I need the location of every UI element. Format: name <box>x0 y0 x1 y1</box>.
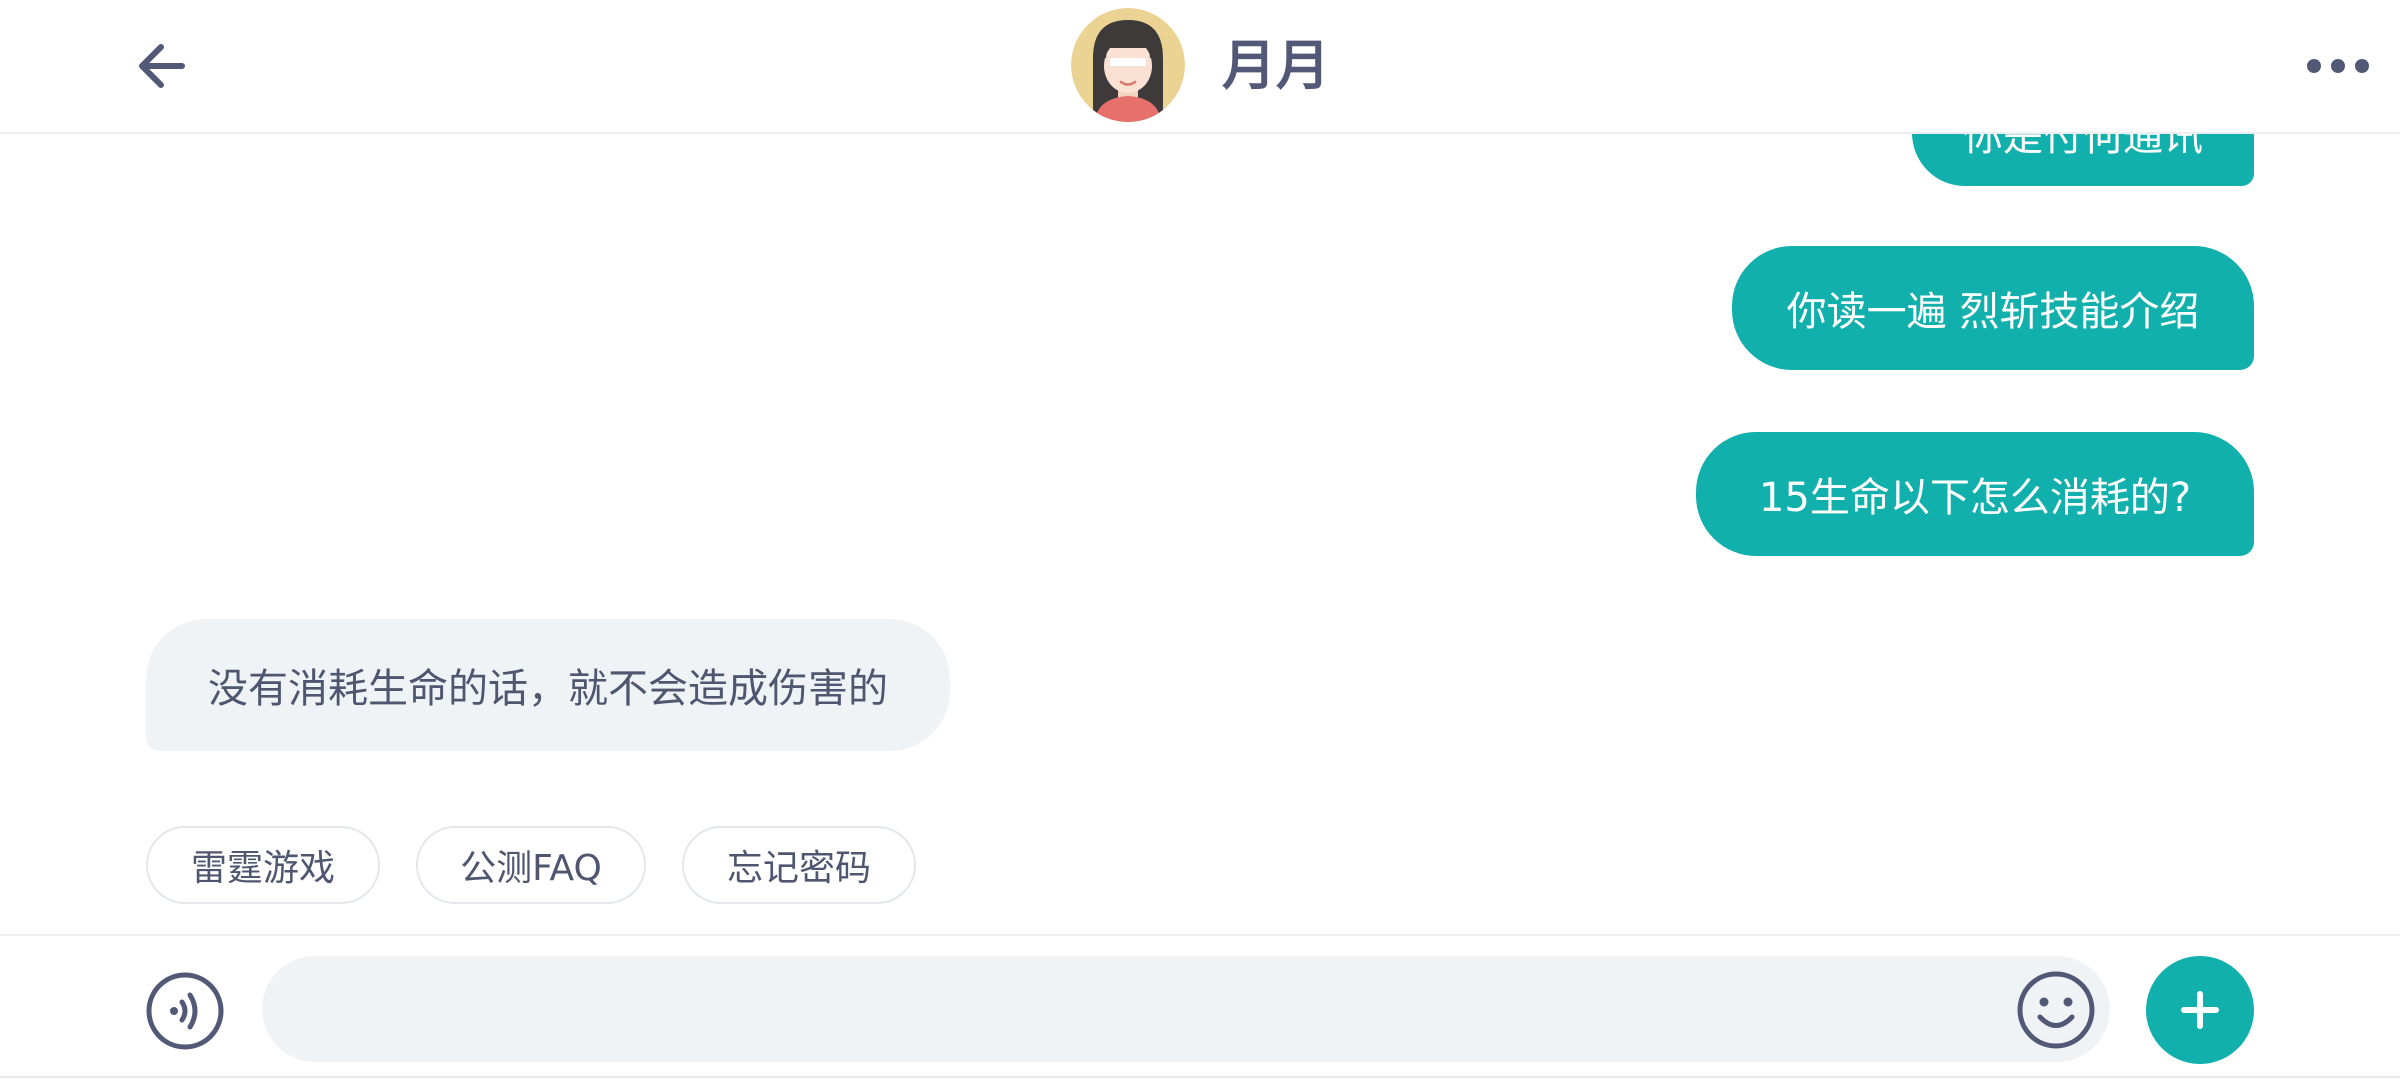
message-bubble-outgoing[interactable]: 你是付何通讯 <box>1912 134 2254 186</box>
chat-header: 月月 <box>0 0 2400 134</box>
plus-icon <box>2181 991 2219 1029</box>
emoji-button[interactable] <box>2016 970 2096 1050</box>
emoji-icon <box>2017 971 2095 1049</box>
quick-reply-label: 公测FAQ <box>460 848 602 889</box>
contact-name: 月月 <box>1222 34 1330 97</box>
message-bubble-incoming[interactable]: 没有消耗生命的话，就不会造成伤害的 <box>146 619 950 751</box>
message-text: 15生命以下怎么消耗的? <box>1758 475 2192 521</box>
more-dots-icon <box>2307 59 2369 73</box>
message-text: 你读一遍 烈斩技能介绍 <box>1786 289 2200 335</box>
more-options-button[interactable] <box>2300 44 2376 88</box>
message-list[interactable]: 你是付何通讯 你读一遍 烈斩技能介绍 15生命以下怎么消耗的? 没有消耗生命的话… <box>0 134 2400 934</box>
input-bar <box>0 934 2400 1080</box>
voice-input-button[interactable] <box>146 972 224 1050</box>
message-input[interactable] <box>262 956 2110 1062</box>
voice-input-icon <box>146 972 224 1050</box>
message-text: 没有消耗生命的话，就不会造成伤害的 <box>208 666 888 712</box>
back-button[interactable] <box>128 34 194 98</box>
message-bubble-outgoing[interactable]: 15生命以下怎么消耗的? <box>1696 432 2254 556</box>
quick-reply-label: 忘记密码 <box>726 848 871 889</box>
arrow-left-icon <box>139 44 185 88</box>
quick-reply-chip[interactable]: 雷霆游戏 <box>146 826 380 904</box>
girl-avatar-icon <box>1071 8 1185 122</box>
message-bubble-outgoing[interactable]: 你读一遍 烈斩技能介绍 <box>1732 246 2254 370</box>
message-text: 你是付何通讯 <box>1963 134 2203 160</box>
plus-button[interactable] <box>2146 956 2254 1064</box>
bottom-divider <box>0 1076 2400 1078</box>
contact-avatar[interactable] <box>1071 8 1185 122</box>
chat-screen: 月月 你是付何通讯 你读一遍 烈斩技能介绍 15生命以下怎么消耗的? 没有消耗生… <box>0 0 2400 1080</box>
quick-reply-chip[interactable]: 忘记密码 <box>682 826 916 904</box>
quick-reply-label: 雷霆游戏 <box>190 848 335 889</box>
quick-reply-chip[interactable]: 公测FAQ <box>416 826 646 904</box>
